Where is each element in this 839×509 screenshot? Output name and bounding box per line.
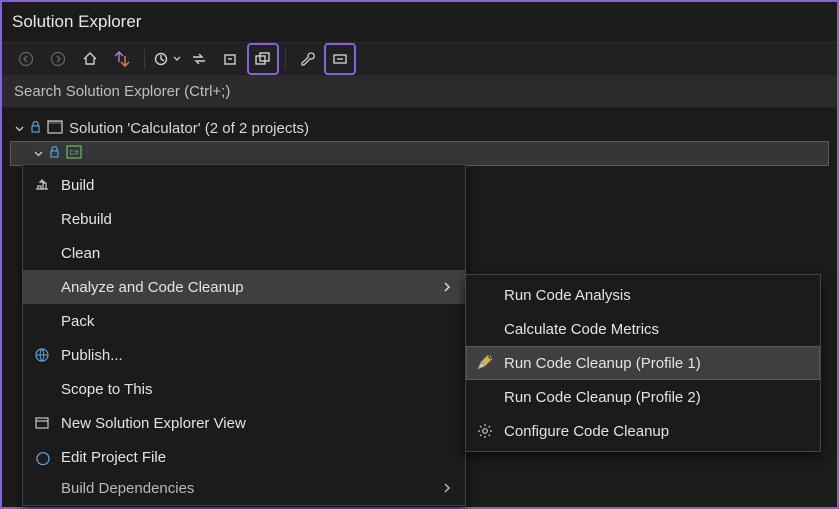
forward-button[interactable]	[44, 45, 72, 73]
back-button[interactable]	[12, 45, 40, 73]
solution-icon	[47, 120, 63, 138]
broom-icon	[466, 354, 504, 372]
chevron-down-icon	[14, 124, 24, 133]
menu-item-new-view[interactable]: New Solution Explorer View	[23, 406, 465, 440]
menu-label: Build	[61, 177, 455, 194]
pending-changes-filter-button[interactable]	[153, 45, 181, 73]
new-view-icon	[23, 415, 61, 431]
publish-icon	[23, 347, 61, 363]
menu-item-pack[interactable]: Pack	[23, 304, 465, 338]
menu-label: Configure Code Cleanup	[504, 423, 810, 440]
panel-grip[interactable]	[8, 4, 831, 8]
menu-item-scope[interactable]: Scope to This	[23, 372, 465, 406]
submenu-item-cleanup-profile2[interactable]: Run Code Cleanup (Profile 2)	[466, 380, 820, 414]
search-input[interactable]: Search Solution Explorer (Ctrl+;)	[2, 76, 837, 108]
menu-label: Pack	[61, 313, 455, 330]
build-icon	[23, 177, 61, 193]
toolbar-separator	[144, 49, 145, 69]
submenu-arrow-icon	[439, 282, 455, 292]
menu-label: Run Code Cleanup (Profile 2)	[504, 389, 810, 406]
menu-label: Analyze and Code Cleanup	[61, 279, 439, 296]
toolbar-separator	[285, 49, 286, 69]
menu-label: Rebuild	[61, 211, 455, 228]
context-menu: Build Rebuild Clean Analyze and Code Cle…	[22, 164, 466, 506]
solution-node[interactable]: Solution 'Calculator' (2 of 2 projects)	[10, 116, 829, 141]
submenu-analyze-cleanup: Run Code Analysis Calculate Code Metrics…	[465, 274, 821, 452]
menu-label: Calculate Code Metrics	[504, 321, 810, 338]
menu-label: New Solution Explorer View	[61, 415, 455, 432]
menu-label: Clean	[61, 245, 455, 262]
chevron-down-icon	[33, 149, 43, 158]
menu-label: Run Code Cleanup (Profile 1)	[504, 355, 810, 372]
collapse-all-button[interactable]	[217, 45, 245, 73]
preview-selected-button[interactable]	[326, 45, 354, 73]
submenu-item-metrics[interactable]: Calculate Code Metrics	[466, 312, 820, 346]
menu-item-analyze-cleanup[interactable]: Analyze and Code Cleanup	[23, 270, 465, 304]
submenu-item-run-analysis[interactable]: Run Code Analysis	[466, 278, 820, 312]
project-node[interactable]: C#	[10, 141, 829, 166]
menu-item-rebuild[interactable]: Rebuild	[23, 202, 465, 236]
switch-views-button[interactable]	[108, 45, 136, 73]
menu-label: Build Dependencies	[61, 480, 439, 497]
menu-label: Publish...	[61, 347, 455, 364]
gear-icon	[466, 423, 504, 439]
menu-item-clean[interactable]: Clean	[23, 236, 465, 270]
submenu-item-cleanup-profile1[interactable]: Run Code Cleanup (Profile 1)	[466, 346, 820, 380]
menu-item-edit-project[interactable]: Edit Project File	[23, 440, 465, 474]
menu-label: Scope to This	[61, 381, 455, 398]
menu-item-build-deps[interactable]: Build Dependencies	[23, 474, 465, 502]
solution-label: Solution 'Calculator' (2 of 2 projects)	[69, 120, 309, 137]
toolbar	[2, 42, 837, 76]
submenu-arrow-icon	[439, 483, 455, 493]
menu-label: Run Code Analysis	[504, 287, 810, 304]
menu-item-build[interactable]: Build	[23, 168, 465, 202]
submenu-item-configure-cleanup[interactable]: Configure Code Cleanup	[466, 414, 820, 448]
sync-button[interactable]	[185, 45, 213, 73]
lock-icon	[30, 120, 41, 137]
edit-icon	[23, 449, 61, 465]
home-button[interactable]	[76, 45, 104, 73]
svg-text:C#: C#	[70, 150, 79, 157]
menu-item-publish[interactable]: Publish...	[23, 338, 465, 372]
lock-icon	[49, 145, 60, 162]
panel-title: Solution Explorer	[2, 10, 837, 42]
csharp-project-icon: C#	[66, 145, 82, 163]
tree: Solution 'Calculator' (2 of 2 projects) …	[2, 108, 837, 166]
menu-label: Edit Project File	[61, 449, 455, 466]
show-all-files-button[interactable]	[249, 45, 277, 73]
properties-button[interactable]	[294, 45, 322, 73]
